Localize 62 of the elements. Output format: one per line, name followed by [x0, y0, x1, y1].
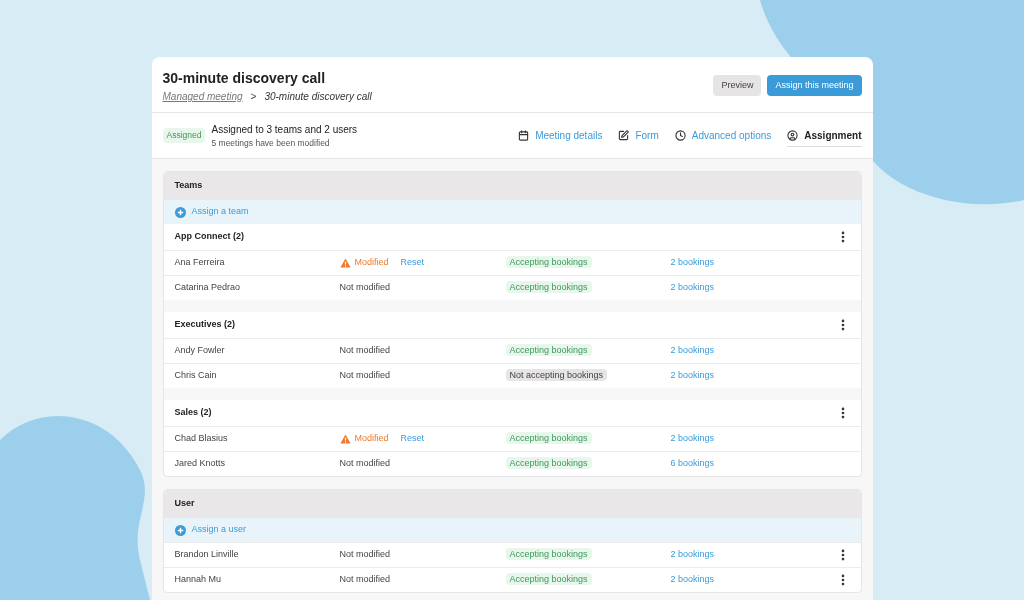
- booking-status-tag: Accepting bookings: [505, 256, 592, 269]
- modification-status: Not modified: [339, 344, 391, 358]
- nav-tab[interactable]: Advanced options: [674, 124, 772, 147]
- nav-tab[interactable]: Assignment: [787, 124, 862, 147]
- edit-icon: [618, 130, 630, 141]
- bookings-link[interactable]: 2 bookings: [670, 573, 830, 587]
- booking-status-tag: Accepting bookings: [505, 548, 592, 561]
- reset-link[interactable]: Reset: [400, 256, 425, 270]
- member-name: Chad Blasius: [174, 432, 229, 446]
- warning-icon: [339, 434, 351, 444]
- bookings-link[interactable]: 2 bookings: [670, 369, 830, 383]
- booking-status-tag: Accepting bookings: [505, 573, 592, 586]
- member-name: Ana Ferreira: [174, 256, 226, 270]
- modification-status: Not modified: [339, 548, 391, 562]
- booking-status-tag: Accepting bookings: [505, 281, 592, 294]
- team-name: Executives (2): [174, 318, 236, 332]
- bookings-link[interactable]: 2 bookings: [670, 256, 830, 270]
- breadcrumb-link[interactable]: Managed meeting: [162, 89, 243, 104]
- modification-status: Not modified: [339, 281, 391, 295]
- modified-label: Modified: [354, 256, 389, 270]
- page-title: 30-minute discovery call: [162, 69, 327, 87]
- calendar-icon: [518, 130, 530, 141]
- clock-icon: [674, 130, 686, 141]
- section-title: User: [174, 497, 195, 511]
- member-name: Catarina Pedrao: [174, 281, 242, 295]
- assignment-summary: Assigned to 3 teams and 2 users: [211, 122, 358, 137]
- breadcrumb-current: 30-minute discovery call: [264, 90, 372, 104]
- booking-status-tag: Accepting bookings: [505, 344, 592, 357]
- section-title: Teams: [174, 179, 203, 193]
- booking-status-tag: Accepting bookings: [505, 432, 592, 445]
- modification-status: Not modified: [339, 457, 391, 471]
- member-name: Andy Fowler: [174, 344, 226, 358]
- nav-tab[interactable]: Form: [618, 124, 659, 147]
- bookings-link[interactable]: 2 bookings: [670, 548, 830, 562]
- team-name: App Connect (2): [174, 230, 244, 244]
- user-circle-icon: [787, 129, 799, 141]
- modification-status: Not modified: [339, 369, 391, 383]
- modified-count: 5 meetings have been modified: [211, 136, 331, 150]
- assign-button[interactable]: Assign a team: [163, 200, 861, 224]
- preview-button[interactable]: Preview: [713, 75, 762, 96]
- modified-label: Modified: [354, 432, 389, 446]
- bookings-link[interactable]: 2 bookings: [670, 281, 830, 295]
- bookings-link[interactable]: 2 bookings: [670, 344, 830, 358]
- bookings-link[interactable]: 6 bookings: [670, 457, 830, 471]
- member-name: Jared Knotts: [174, 457, 227, 471]
- booking-status-tag: Not accepting bookings: [505, 369, 608, 382]
- member-name: Hannah Mu: [174, 573, 223, 587]
- booking-status-tag: Accepting bookings: [505, 457, 592, 470]
- assign-meeting-button[interactable]: Assign this meeting: [767, 75, 862, 96]
- team-name: Sales (2): [174, 406, 212, 420]
- breadcrumb-separator: >: [250, 90, 257, 104]
- modification-status: Not modified: [339, 573, 391, 587]
- reset-link[interactable]: Reset: [400, 432, 425, 446]
- warning-icon: [339, 258, 351, 268]
- nav-tab[interactable]: Meeting details: [518, 124, 603, 147]
- plus-circle-icon: [174, 524, 186, 536]
- member-name: Brandon Linville: [174, 548, 240, 562]
- bookings-link[interactable]: 2 bookings: [670, 432, 830, 446]
- assign-button[interactable]: Assign a user: [163, 518, 861, 542]
- status-tag: Assigned: [162, 128, 206, 143]
- plus-circle-icon: [174, 206, 186, 218]
- member-name: Chris Cain: [174, 369, 218, 383]
